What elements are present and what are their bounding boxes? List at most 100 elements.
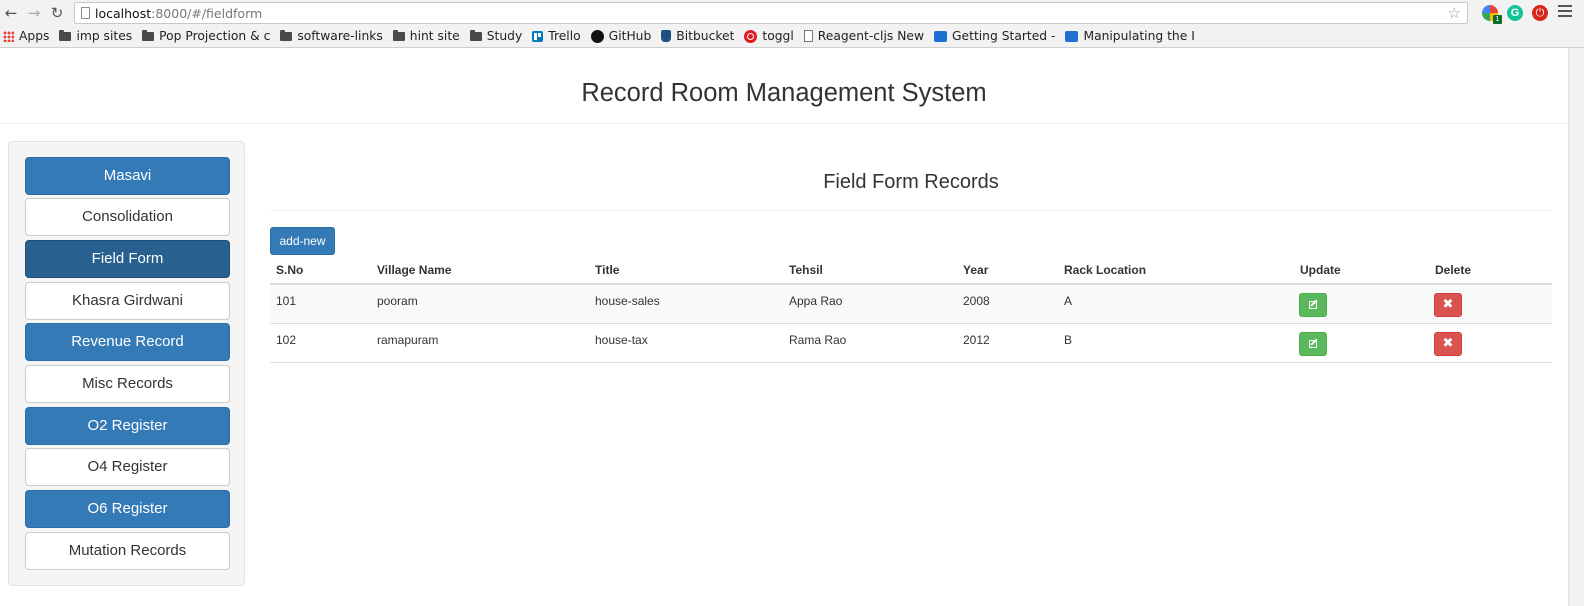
bookmark-label: Trello [548, 29, 581, 43]
browser-chrome: ← → ↻ localhost:8000/#/fieldform ☆ 1 G ⏻… [0, 0, 1584, 48]
table-row: 102 ramapuram house-tax Rama Rao 2012 B … [270, 324, 1552, 363]
sidebar-item-khasra-girdwani[interactable]: Khasra Girdwani [25, 282, 230, 320]
bookmark-label: software-links [297, 29, 383, 43]
sidebar-item-misc-records[interactable]: Misc Records [25, 365, 230, 403]
cell-year: 2012 [963, 333, 990, 347]
bookmark-label: Apps [19, 29, 50, 43]
cell-tehsil: Appa Rao [789, 294, 843, 308]
divider [270, 210, 1552, 211]
cell-village: pooram [377, 294, 418, 308]
url-path: :8000/#/fieldform [151, 6, 263, 21]
sidebar-item-o2-register[interactable]: O2 Register [25, 407, 230, 445]
bookmark-label: Study [486, 29, 523, 43]
forward-arrow-icon[interactable]: → [25, 4, 43, 22]
folder-icon [469, 29, 482, 41]
close-icon: ✖ [1442, 297, 1454, 312]
folder-icon [59, 29, 72, 41]
column-header: Village Name [377, 263, 452, 277]
bookmark-label: Getting Started - [952, 29, 1056, 43]
cell-sno: 101 [276, 294, 297, 308]
cell-tehsil: Rama Rao [789, 333, 847, 347]
cell-rack-location: A [1064, 294, 1073, 308]
bookmark-item[interactable]: Apps [3, 29, 49, 43]
column-header: Year [963, 263, 989, 277]
add-new-button[interactable]: add-new [270, 227, 335, 255]
github-icon [590, 29, 604, 43]
bookmark-item[interactable]: Trello [532, 29, 581, 43]
bookmark-label: hint site [409, 29, 460, 43]
bookmark-item[interactable]: Pop Projection & c [142, 29, 270, 43]
cell-village: ramapuram [377, 333, 439, 347]
apps-icon [3, 30, 14, 42]
folder-icon [142, 29, 155, 41]
delete-button[interactable]: ✖ [1434, 293, 1462, 317]
table-row: 101 pooram house-sales Appa Rao 2008 A ✖ [270, 285, 1552, 324]
sidebar-item-consolidation[interactable]: Consolidation [25, 198, 230, 236]
bookmark-item[interactable]: imp sites [59, 29, 132, 43]
trello-icon [532, 30, 544, 42]
sidebar-item-mutation-records[interactable]: Mutation Records [25, 532, 230, 570]
folder-icon [392, 29, 405, 41]
url-text[interactable]: localhost:8000/#/fieldform [95, 6, 262, 21]
bookmark-item[interactable]: software-links [280, 29, 383, 43]
bookmark-item[interactable]: Manipulating the I [1065, 29, 1195, 43]
bookmark-label: GitHub [608, 29, 652, 43]
page-title: Field Form Records [823, 171, 999, 193]
grammarly-icon[interactable]: G [1507, 5, 1523, 21]
table-header: S.No Village Name Title Tehsil Year Rack… [270, 256, 1552, 285]
power-icon[interactable]: ⏻ [1532, 5, 1548, 21]
close-icon: ✖ [1442, 336, 1454, 351]
bookmark-item[interactable]: Reagent-cljs New [803, 29, 925, 43]
bookmark-label: Bitbucket [676, 29, 735, 43]
cell-sno: 102 [276, 333, 297, 347]
bookmark-star-icon[interactable]: ☆ [1448, 4, 1461, 22]
confluence-icon [1065, 30, 1079, 42]
bookmark-item[interactable]: Study [469, 29, 523, 43]
column-header: Title [595, 263, 620, 277]
bookmark-label: toggl [762, 29, 794, 43]
cell-rack-location: B [1064, 333, 1073, 347]
extension-icon[interactable]: 1 [1482, 5, 1502, 24]
update-button[interactable] [1299, 293, 1327, 317]
url-host: localhost [95, 6, 152, 21]
edit-icon [1309, 301, 1317, 309]
bookmarks-bar: Apps imp sites Pop Projection & c software-… [0, 26, 1205, 46]
sidebar: Masavi Consolidation Field Form Khasra G… [8, 141, 245, 586]
update-button[interactable] [1299, 332, 1327, 356]
bookmark-label: imp sites [76, 29, 133, 43]
cell-year: 2008 [963, 294, 990, 308]
edit-icon [1309, 340, 1317, 348]
confluence-icon [934, 30, 948, 42]
sidebar-item-o4-register[interactable]: O4 Register [25, 448, 230, 486]
address-bar[interactable]: localhost:8000/#/fieldform ☆ [74, 2, 1468, 24]
folder-icon [280, 29, 293, 41]
app-title: Record Room Management System [581, 79, 987, 107]
bitbucket-icon [661, 30, 672, 42]
extension-badge: 1 [1493, 15, 1502, 24]
column-header: Tehsil [789, 263, 823, 277]
column-header: S.No [276, 263, 304, 277]
bookmark-label: Reagent-cljs New [817, 29, 925, 43]
sidebar-item-revenue-record[interactable]: Revenue Record [25, 323, 230, 361]
sidebar-item-o6-register[interactable]: O6 Register [25, 490, 230, 528]
menu-icon[interactable] [1558, 5, 1572, 19]
sidebar-item-field-form[interactable]: Field Form [25, 240, 230, 278]
back-arrow-icon[interactable]: ← [2, 4, 20, 22]
column-header: Update [1300, 263, 1341, 277]
bookmark-label: Manipulating the I [1083, 29, 1195, 43]
column-header: Delete [1435, 263, 1472, 277]
bookmark-item[interactable]: Bitbucket [661, 29, 734, 43]
column-header: Rack Location [1064, 263, 1147, 277]
bookmark-label: Pop Projection & c [159, 29, 271, 43]
sidebar-item-masavi[interactable]: Masavi [25, 157, 230, 195]
reload-icon[interactable]: ↻ [48, 4, 66, 22]
bookmark-item[interactable]: GitHub [590, 29, 652, 43]
bookmark-item[interactable]: Getting Started - [934, 29, 1055, 43]
bookmark-item[interactable]: hint site [392, 29, 460, 43]
delete-button[interactable]: ✖ [1434, 332, 1462, 356]
page-icon [81, 7, 90, 19]
scrollbar[interactable] [1568, 48, 1584, 606]
page-icon [803, 30, 813, 42]
records-table: S.No Village Name Title Tehsil Year Rack… [270, 256, 1552, 363]
bookmark-item[interactable]: toggl [744, 29, 794, 43]
